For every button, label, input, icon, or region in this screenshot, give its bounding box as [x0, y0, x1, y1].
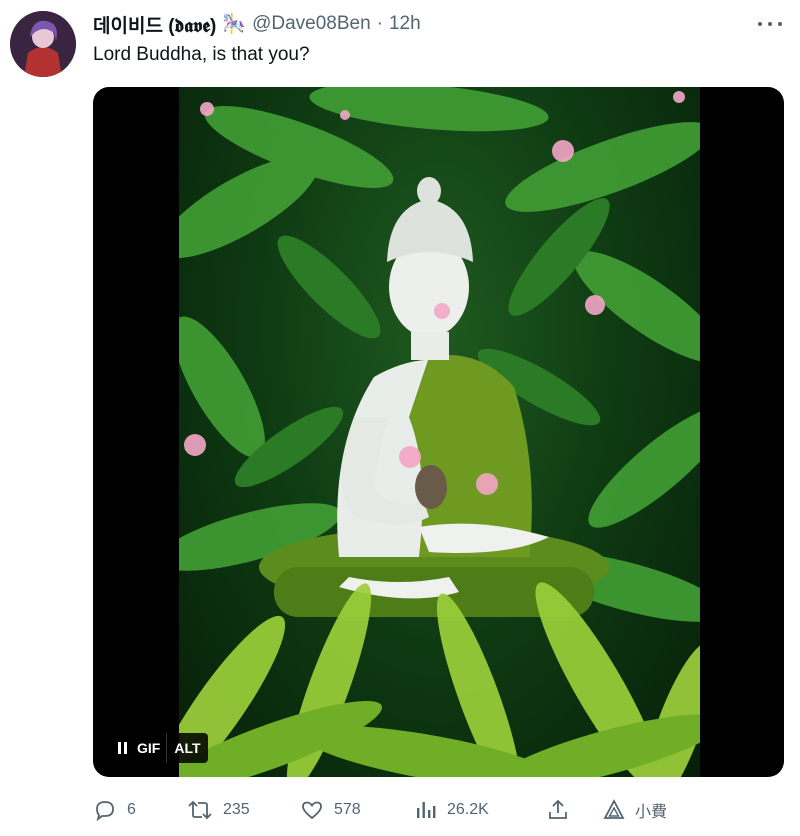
gif-image[interactable]: [179, 87, 700, 777]
reply-icon: [96, 801, 114, 822]
gif-controls: GIF ALT: [109, 733, 208, 763]
display-name[interactable]: 데이비드 (𝖉𝖆𝖛𝖊): [93, 11, 216, 38]
tweet-media[interactable]: GIF ALT: [93, 87, 784, 777]
name-emoji: 🎠: [222, 14, 247, 35]
share-icon: [549, 799, 567, 819]
repost-button[interactable]: 235: [187, 796, 250, 824]
avatar[interactable]: [10, 11, 76, 77]
gif-badge: GIF: [135, 733, 167, 763]
avatar-image: [10, 11, 76, 77]
tip-label: 小費: [635, 804, 668, 821]
alt-text-button[interactable]: ALT: [166, 733, 208, 763]
tweet-text: Lord Buddha, is that you?: [93, 44, 310, 65]
views-icon: [417, 802, 436, 818]
user-handle[interactable]: @Dave08Ben: [252, 13, 371, 35]
repost-icon: [188, 800, 212, 820]
timestamp[interactable]: 12h: [389, 13, 421, 35]
tip-icon: [603, 799, 625, 819]
pause-icon[interactable]: [109, 733, 135, 763]
buddha-illustration: [179, 87, 700, 777]
separator-dot: ·: [376, 13, 383, 34]
tweet-header: 데이비드 (𝖉𝖆𝖛𝖊) 🎠 @Dave08Ben · 12h: [93, 11, 421, 38]
reply-button[interactable]: 6: [93, 796, 136, 824]
share-button[interactable]: [546, 796, 570, 824]
like-count: 578: [334, 801, 361, 818]
view-count: 26.2K: [447, 801, 489, 818]
views-button[interactable]: 26.2K: [415, 796, 489, 824]
like-icon: [302, 801, 322, 820]
reply-count: 6: [127, 801, 136, 818]
more-icon[interactable]: [758, 14, 782, 34]
tweet-actions: 6 235 578 26.2K 小費: [93, 796, 693, 824]
tip-button[interactable]: 小費: [603, 796, 667, 824]
repost-count: 235: [223, 801, 250, 818]
like-button[interactable]: 578: [300, 796, 361, 824]
